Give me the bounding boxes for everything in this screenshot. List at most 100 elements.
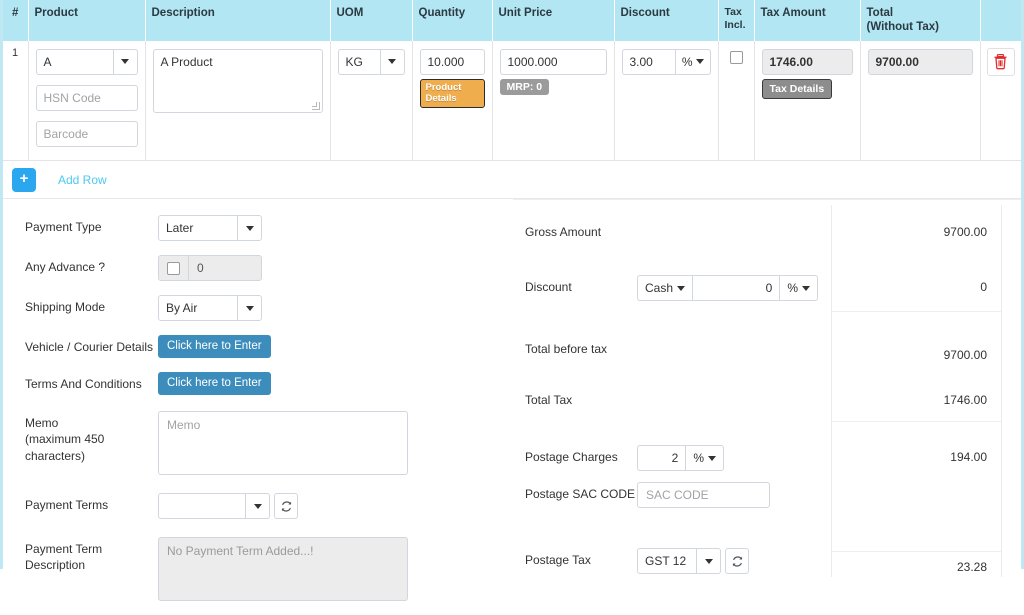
discount-mode-select[interactable]: Cash <box>637 275 693 302</box>
add-row-bar: + Add Row <box>3 161 1021 200</box>
postage-sac-control: SAC CODE <box>637 482 835 509</box>
chevron-down-icon <box>237 216 261 241</box>
field-shipping-mode: Shipping Mode By Air <box>3 295 513 322</box>
add-row-button[interactable]: + <box>12 167 36 192</box>
cell-actions <box>980 40 1021 162</box>
vehicle-courier-button[interactable]: Click here to Enter <box>158 335 271 359</box>
postage-unit-value: % <box>693 451 704 466</box>
postage-tax-value-select: GST 12 <box>645 554 687 569</box>
summary-divider-left <box>831 205 832 578</box>
hsn-code-input[interactable]: HSN Code <box>35 84 138 111</box>
refresh-icon <box>732 556 742 567</box>
discount-input-group[interactable]: 3.00 % <box>621 48 711 75</box>
summary-row-gross-amount: Gross Amount 9700.00 <box>513 225 1021 239</box>
add-row-link[interactable]: Add Row <box>58 173 107 187</box>
field-payment-term-description: Payment Term Description No Payment Term… <box>3 537 513 602</box>
cell-quantity: 10.000 Product Details <box>412 40 493 162</box>
total-before-tax-label: Total before tax <box>525 342 608 357</box>
trash-icon <box>994 54 1007 70</box>
column-header-tax-incl: Tax Incl. <box>718 0 755 41</box>
column-header-description: Description <box>145 0 331 41</box>
tax-incl-line1: Tax <box>724 6 742 18</box>
payment-terms-refresh-button[interactable] <box>274 493 298 520</box>
uom-select-value: KG <box>345 54 363 69</box>
column-header-tax-amount: Tax Amount <box>754 0 861 41</box>
product-select[interactable]: A <box>35 48 138 75</box>
mrp-badge: MRP: 0 <box>499 78 550 96</box>
summary-discount-input[interactable]: 0 <box>692 275 780 302</box>
any-advance-label: Any Advance ? <box>25 260 106 275</box>
cell-description: A Product <box>145 40 331 162</box>
line-items-table: # Product Description UOM Quantity Unit … <box>3 0 1021 162</box>
summary-rule-2 <box>831 421 1001 423</box>
unit-price-input[interactable]: 1000.000 <box>499 48 607 75</box>
summary-top-rule <box>513 199 1021 201</box>
column-header-total: Total (Without Tax) <box>860 0 981 41</box>
memo-label-line1: Memo <box>25 416 59 431</box>
chevron-down-icon <box>695 59 704 65</box>
discount-unit-value: % <box>681 54 693 69</box>
shipping-mode-value: By Air <box>166 301 198 316</box>
postage-sac-input[interactable]: SAC CODE <box>637 482 770 509</box>
description-textarea[interactable]: A Product <box>152 48 323 113</box>
memo-textarea[interactable]: Memo <box>158 411 408 476</box>
left-form-panel: Payment Type Later Any Advance ? 0 Shipp… <box>3 199 513 615</box>
lower-section: Payment Type Later Any Advance ? 0 Shipp… <box>3 199 1021 615</box>
product-details-badge[interactable]: Product Details <box>419 78 485 108</box>
postage-sac-label: Postage SAC CODE <box>525 487 636 502</box>
summary-panel: Gross Amount 9700.00 Discount Cash 0 % 0… <box>513 199 1021 615</box>
cell-product: A HSN Code Barcode <box>28 40 146 162</box>
postage-charges-input-group: 2 % <box>637 445 724 472</box>
summary-divider-right <box>1001 205 1002 578</box>
postage-charges-value: 194.00 <box>950 450 987 465</box>
uom-select[interactable]: KG <box>337 48 405 75</box>
barcode-input[interactable]: Barcode <box>35 120 138 147</box>
chevron-down-icon <box>802 285 810 291</box>
shipping-mode-select[interactable]: By Air <box>158 295 262 322</box>
total-before-tax-value: 9700.00 <box>943 348 987 363</box>
total-without-tax-value: 9700.00 <box>867 48 973 75</box>
postage-charges-input[interactable]: 2 <box>637 445 686 472</box>
field-memo: Memo (maximum 450 characters) Memo <box>3 411 513 476</box>
postage-tax-refresh-button[interactable] <box>725 548 749 575</box>
tax-incl-checkbox[interactable] <box>729 50 743 64</box>
payment-terms-value <box>159 494 245 518</box>
chevron-down-icon <box>379 49 404 74</box>
any-advance-checkbox[interactable] <box>167 261 180 275</box>
tax-details-badge[interactable]: Tax Details <box>761 78 833 100</box>
shipping-mode-label: Shipping Mode <box>25 300 106 315</box>
vehicle-courier-label: Vehicle / Courier Details <box>25 340 154 355</box>
payment-terms-label: Payment Terms <box>25 498 109 513</box>
payment-term-description-box: No Payment Term Added...! <box>158 537 408 602</box>
discount-input[interactable]: 3.00 <box>621 48 675 75</box>
total-line2: (Without Tax) <box>866 21 940 34</box>
discount-mode-value: Cash <box>645 281 674 296</box>
field-payment-terms: Payment Terms <box>3 493 513 520</box>
discount-unit-value: % <box>787 281 798 296</box>
summary-row-total-tax: Total Tax 1746.00 <box>513 393 1021 407</box>
terms-conditions-label: Terms And Conditions <box>25 377 142 392</box>
postage-tax-select[interactable]: GST 12 <box>637 548 721 575</box>
column-header-product: Product <box>28 0 146 41</box>
postage-charges-label: Postage Charges <box>525 450 618 465</box>
resize-handle-icon[interactable] <box>311 101 320 110</box>
summary-row-postage-sac: Postage SAC CODE SAC CODE <box>513 482 1021 509</box>
postage-charges-unit-select[interactable]: % <box>685 445 724 472</box>
any-advance-input[interactable]: 0 <box>189 256 261 280</box>
discount-unit-select[interactable]: % <box>674 48 711 75</box>
cell-unit-price: 1000.000 MRP: 0 <box>492 40 615 162</box>
delete-row-button[interactable] <box>986 47 1015 76</box>
cell-uom: KG <box>330 40 413 162</box>
summary-discount-unit-select[interactable]: % <box>779 275 818 302</box>
tax-amount-value: 1746.00 <box>761 48 853 75</box>
terms-conditions-button[interactable]: Click here to Enter <box>158 372 271 396</box>
payment-terms-select[interactable] <box>158 493 270 520</box>
postage-tax-control: GST 12 <box>637 548 835 575</box>
quantity-input[interactable]: 10.000 <box>419 48 485 75</box>
invoice-items-page: # Product Description UOM Quantity Unit … <box>0 0 1024 602</box>
table-row: 1 A HSN Code Barcode A Product KG 10.000… <box>3 40 1021 162</box>
cell-tax-amount: 1746.00 Tax Details <box>754 40 861 162</box>
chevron-down-icon <box>708 455 716 461</box>
memo-label-line2: (maximum 450 characters) <box>25 432 105 463</box>
payment-type-select[interactable]: Later <box>158 215 262 242</box>
